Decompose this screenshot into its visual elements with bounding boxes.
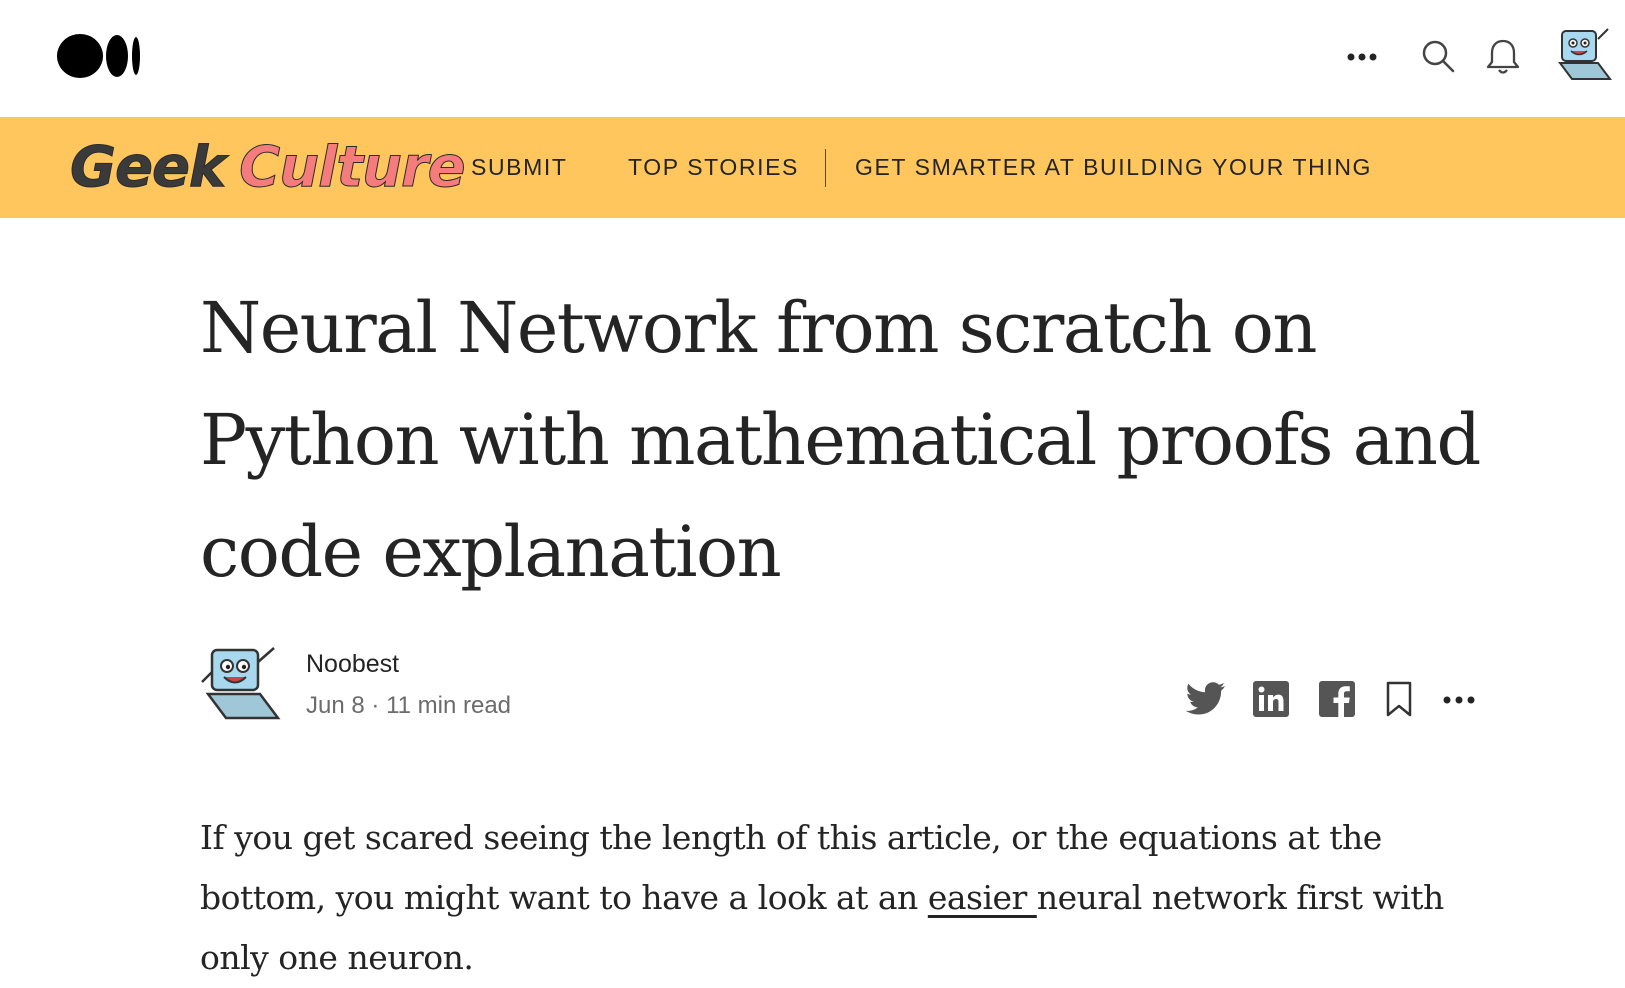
bookmark-icon[interactable]: [1384, 680, 1414, 718]
publication-logo-part2: Culture: [239, 135, 466, 201]
nav-top-stories-link[interactable]: TOP STORIES: [628, 117, 799, 218]
medium-logo-icon[interactable]: [57, 33, 145, 79]
nav-tagline-link[interactable]: GET SMARTER AT BUILDING YOUR THING: [855, 117, 1372, 218]
twitter-icon[interactable]: [1185, 680, 1227, 718]
article-meta: Jun 8 · 11 min read: [306, 692, 511, 720]
notifications-bell-icon[interactable]: [1486, 38, 1520, 76]
publish-date: Jun 8: [306, 692, 365, 719]
nav-divider: [825, 149, 826, 187]
publication-logo[interactable]: Geek Culture: [69, 135, 466, 201]
facebook-icon[interactable]: [1318, 680, 1356, 718]
more-actions-icon[interactable]: [1442, 688, 1476, 712]
nav-submit-link[interactable]: SUBMIT: [471, 117, 568, 218]
top-navigation-bar: [0, 0, 1625, 117]
linkedin-icon[interactable]: [1252, 680, 1290, 718]
meta-separator: ·: [371, 692, 380, 719]
article-paragraph: If you get scared seeing the length of t…: [200, 808, 1510, 988]
article-title: Neural Network from scratch on Python wi…: [200, 287, 1481, 593]
search-icon[interactable]: [1420, 38, 1456, 74]
author-name-link[interactable]: Noobest: [306, 650, 399, 679]
easier-link[interactable]: easier: [928, 878, 1037, 917]
publication-logo-part1: Geek: [69, 135, 226, 201]
author-avatar[interactable]: [200, 642, 286, 728]
read-time: 11 min read: [386, 692, 512, 719]
publication-bar: Geek Culture SUBMIT TOP STORIES GET SMART…: [0, 117, 1625, 218]
more-options-icon[interactable]: [1345, 40, 1379, 74]
user-avatar[interactable]: [1554, 25, 1616, 87]
